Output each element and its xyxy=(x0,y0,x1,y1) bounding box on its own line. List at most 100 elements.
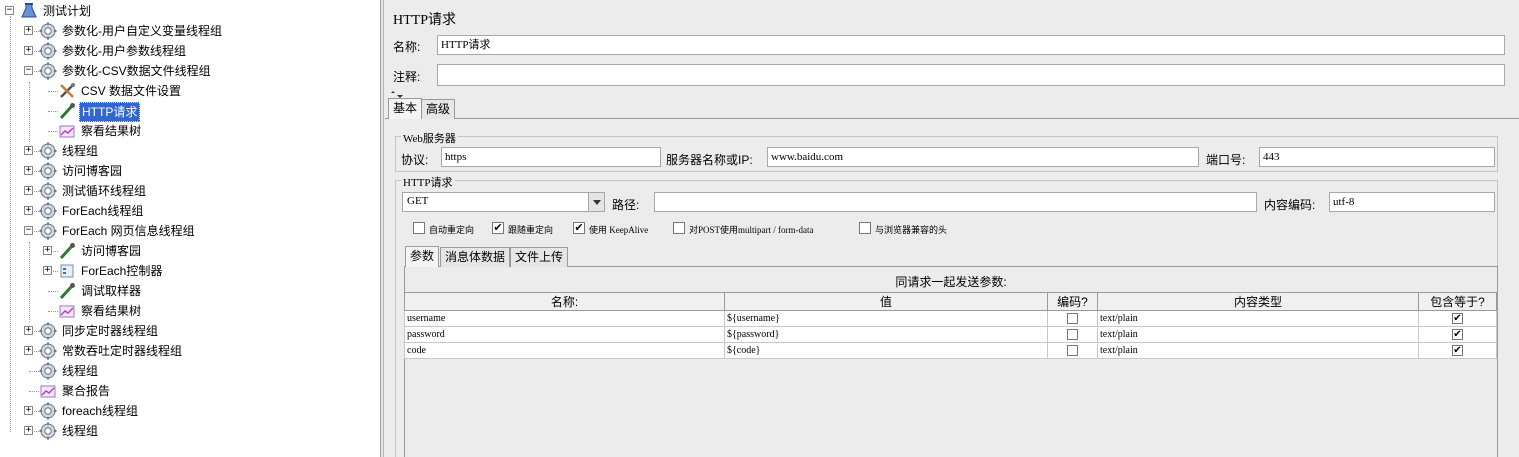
column-header[interactable]: 内容类型 xyxy=(1097,292,1419,311)
encoding-label: 内容编码: xyxy=(1264,198,1316,212)
param-value-cell[interactable]: ${password} xyxy=(724,326,1048,343)
include-equals-checkbox[interactable]: ✔ xyxy=(1452,313,1463,325)
option-label: 与浏览器兼容的头 xyxy=(875,225,948,235)
option-checkbox[interactable] xyxy=(859,222,871,234)
column-header[interactable]: 名称: xyxy=(404,292,725,311)
encode-cell[interactable] xyxy=(1047,342,1098,359)
content-type-cell[interactable]: text/plain xyxy=(1097,342,1419,359)
port-label: 端口号: xyxy=(1206,153,1246,167)
param-name-cell[interactable]: code xyxy=(404,342,725,359)
column-header[interactable]: 编码? xyxy=(1047,292,1098,311)
tab-file-upload[interactable]: 文件上传 xyxy=(510,247,569,267)
chevron-down-icon[interactable] xyxy=(588,193,604,211)
tree-node-label[interactable]: HTTP请求 xyxy=(79,102,141,122)
column-header[interactable]: 值 xyxy=(724,292,1048,311)
tree-node-label[interactable]: 聚合报告 xyxy=(60,381,112,401)
listener-graph-icon xyxy=(39,382,57,400)
tree-node-label[interactable]: 线程组 xyxy=(60,141,100,161)
option-label: 对POST使用multipart / form-data xyxy=(689,225,814,235)
collapse-arrows-icon[interactable] xyxy=(389,88,405,98)
option-checkbox[interactable]: ✔ xyxy=(492,222,504,234)
expand-icon[interactable]: + xyxy=(24,26,33,35)
tree-node-label[interactable]: ForEach控制器 xyxy=(79,261,164,281)
thread-group-gear-icon xyxy=(39,42,57,60)
server-name-input[interactable]: www.baidu.com xyxy=(767,147,1199,167)
comment-input[interactable] xyxy=(437,64,1505,86)
tab-advanced[interactable]: 高级 xyxy=(421,99,456,119)
tree-node-label[interactable]: 访问博客园 xyxy=(60,161,124,181)
expand-icon[interactable]: + xyxy=(24,186,33,195)
expand-icon[interactable]: + xyxy=(24,146,33,155)
table-row[interactable]: username ${username} text/plain ✔ xyxy=(404,310,1497,327)
collapse-icon[interactable]: − xyxy=(5,6,14,15)
tree-node-label[interactable]: 线程组 xyxy=(60,361,100,381)
thread-group-gear-icon xyxy=(39,402,57,420)
test-plan-tree[interactable]: − 测试计划 + 参数化-用户自定义变量线程组 + 参数化-用户参数线程组 − 参数化-CSV… xyxy=(0,0,381,457)
column-header[interactable]: 包含等于? xyxy=(1418,292,1497,311)
sampler-pipette-icon xyxy=(58,242,76,260)
expand-icon[interactable]: + xyxy=(24,346,33,355)
param-name-cell[interactable]: password xyxy=(404,326,725,343)
path-input[interactable] xyxy=(654,192,1257,212)
pane-splitter[interactable] xyxy=(381,0,384,457)
encode-cell[interactable] xyxy=(1047,326,1098,343)
tree-node-label[interactable]: 察看结果树 xyxy=(79,121,143,141)
name-input[interactable]: HTTP请求 xyxy=(437,35,1505,55)
encode-checkbox[interactable] xyxy=(1067,329,1078,341)
tab-basic[interactable]: 基本 xyxy=(388,98,423,119)
content-type-cell[interactable]: text/plain xyxy=(1097,310,1419,327)
tree-node-label[interactable]: 参数化-用户参数线程组 xyxy=(60,41,188,61)
tree-node-label[interactable]: foreach线程组 xyxy=(60,401,140,421)
include-equals-cell[interactable]: ✔ xyxy=(1418,342,1497,359)
protocol-input[interactable]: https xyxy=(441,147,661,167)
param-value-cell[interactable]: ${username} xyxy=(724,310,1048,327)
parameters-table[interactable]: 名称: 值编码? 内容类型 包含等于? username ${username} text… xyxy=(404,292,1497,359)
tree-node-label[interactable]: 同步定时器线程组 xyxy=(60,321,160,341)
tree-node-label[interactable]: CSV 数据文件设置 xyxy=(79,81,183,101)
encode-cell[interactable] xyxy=(1047,310,1098,327)
tab-body-data[interactable]: 消息体数据 xyxy=(440,247,511,267)
encoding-input[interactable]: utf-8 xyxy=(1329,192,1495,212)
option-checkbox[interactable]: ✔ xyxy=(573,222,585,234)
param-name-cell[interactable]: username xyxy=(404,310,725,327)
tree-node-label[interactable]: ForEach 网页信息线程组 xyxy=(60,221,197,241)
content-type-cell[interactable]: text/plain xyxy=(1097,326,1419,343)
tree-node-label[interactable]: 察看结果树 xyxy=(79,301,143,321)
sampler-pipette-icon xyxy=(58,102,76,120)
port-input[interactable]: 443 xyxy=(1259,147,1495,167)
tree-node-label[interactable]: 参数化-CSV数据文件线程组 xyxy=(60,61,213,81)
encode-checkbox[interactable] xyxy=(1067,313,1078,325)
encode-checkbox[interactable] xyxy=(1067,345,1078,357)
collapse-icon[interactable]: − xyxy=(24,66,33,75)
expand-icon[interactable]: + xyxy=(24,206,33,215)
method-select[interactable]: GET xyxy=(402,192,605,212)
option-checkbox[interactable] xyxy=(673,222,685,234)
tree-node-label[interactable]: 参数化-用户自定义变量线程组 xyxy=(60,21,224,41)
collapse-icon[interactable]: − xyxy=(24,226,33,235)
include-equals-checkbox[interactable]: ✔ xyxy=(1452,345,1463,357)
expand-icon[interactable]: + xyxy=(24,326,33,335)
expand-icon[interactable]: + xyxy=(24,426,33,435)
tree-node-label[interactable]: 常数吞吐定时器线程组 xyxy=(60,341,184,361)
option-checkbox[interactable] xyxy=(413,222,425,234)
include-equals-cell[interactable]: ✔ xyxy=(1418,310,1497,327)
expand-icon[interactable]: + xyxy=(24,166,33,175)
tree-node-label[interactable]: 测试循环线程组 xyxy=(60,181,148,201)
expand-icon[interactable]: + xyxy=(43,246,52,255)
tree-node-label[interactable]: ForEach线程组 xyxy=(60,201,145,221)
thread-group-gear-icon xyxy=(39,22,57,40)
expand-icon[interactable]: + xyxy=(43,266,52,275)
include-equals-checkbox[interactable]: ✔ xyxy=(1452,329,1463,341)
tab-parameters[interactable]: 参数 xyxy=(405,246,440,267)
tree-node-label[interactable]: 线程组 xyxy=(60,421,100,441)
tree-node-label[interactable]: 调试取样器 xyxy=(79,281,143,301)
tree-node-label[interactable]: 测试计划 xyxy=(41,1,93,21)
expand-icon[interactable]: + xyxy=(24,46,33,55)
table-row[interactable]: code ${code} text/plain ✔ xyxy=(404,342,1497,359)
expand-icon[interactable]: + xyxy=(24,406,33,415)
param-value-cell[interactable]: ${code} xyxy=(724,342,1048,359)
option-label: 自动重定向 xyxy=(429,225,475,235)
include-equals-cell[interactable]: ✔ xyxy=(1418,326,1497,343)
tree-node-label[interactable]: 访问博客园 xyxy=(79,241,143,261)
table-row[interactable]: password ${password} text/plain ✔ xyxy=(404,326,1497,343)
